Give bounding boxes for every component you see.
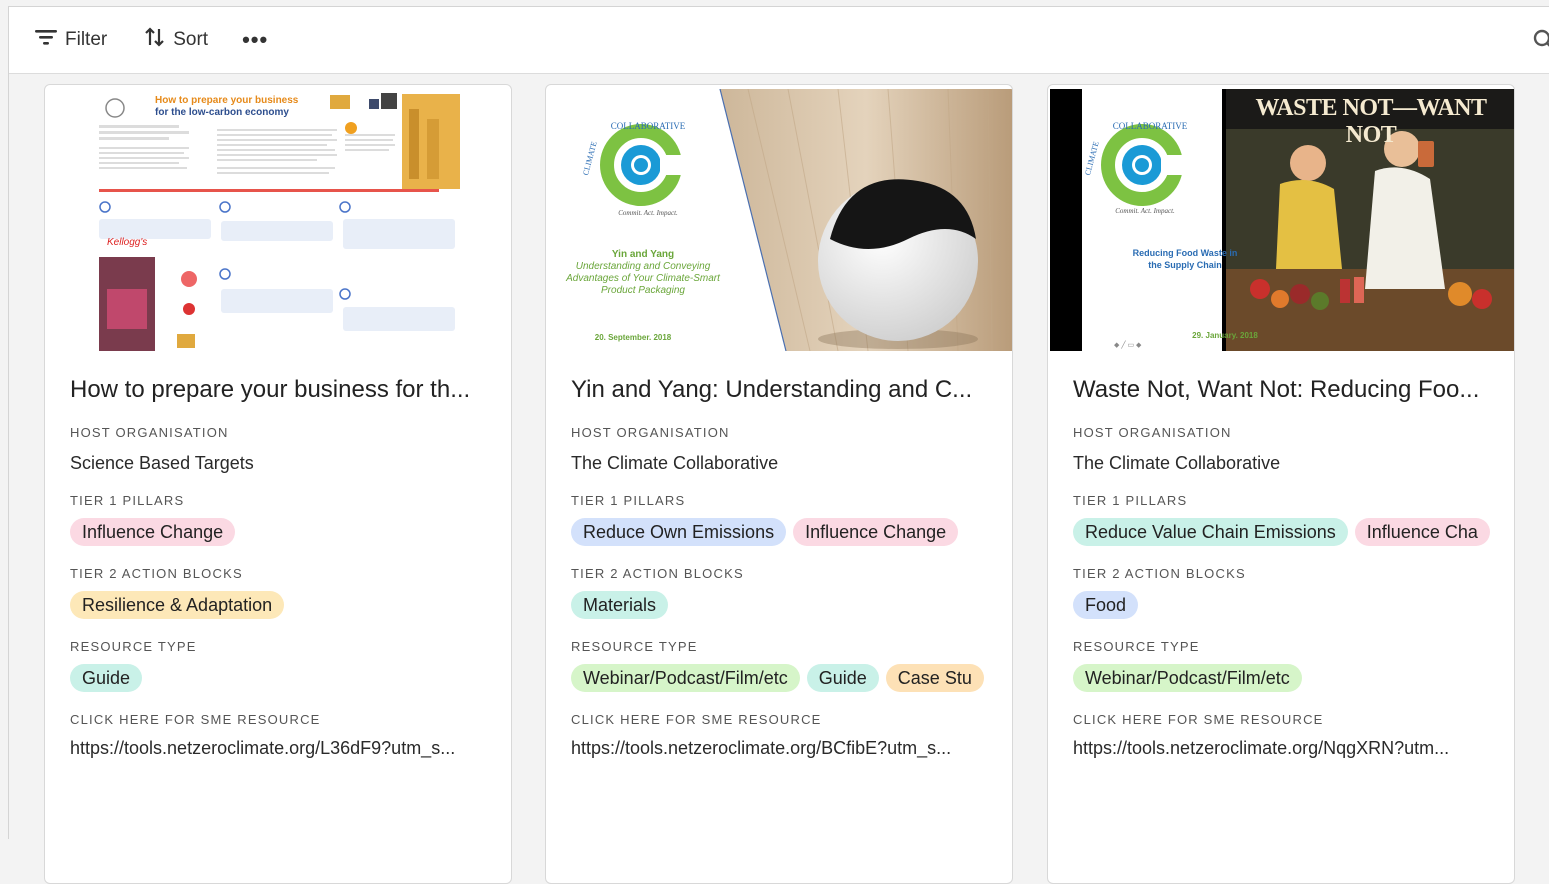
tag: Guide [806,664,879,692]
svg-text:Kellogg's: Kellogg's [107,237,147,248]
card-body: How to prepare your business for th... H… [70,361,489,759]
card-title[interactable]: Yin and Yang: Understanding and C... [571,373,990,407]
tag: Case Stu [885,664,984,692]
filter-label: Filter [65,29,108,50]
tier2-label: TIER 2 ACTION BLOCKS [70,566,243,581]
logo-top-text: COLLABORATIVE [1112,121,1188,131]
tag: Webinar/Podcast/Film/etc [1073,664,1302,692]
svg-text:◆ ╱ ▭ ◆: ◆ ╱ ▭ ◆ [1114,340,1142,349]
svg-text:for the low-carbon economy: for the low-carbon economy [155,107,289,118]
tier1-tags: Reduce Value Chain Emissions Influence C… [1073,518,1492,548]
tier1-label: TIER 1 PILLARS [571,493,686,508]
card-thumbnail: COLLABORATIVE CLIMATE Commit. Act. Impac… [548,89,1012,351]
card-thumbnail: Kellogg's How to prepare your business f… [47,89,511,351]
filter-icon [35,28,57,52]
filter-button[interactable]: Filter [35,28,107,52]
host-value: The Climate Collaborative [571,453,779,473]
tier2-tags: Food [1073,591,1492,621]
resource-type-label: RESOURCE TYPE [70,639,197,654]
resource-type-label: RESOURCE TYPE [1073,639,1200,654]
host-label: HOST ORGANISATION [70,425,229,440]
tag: Food [1073,591,1139,619]
tag: Reduce Value Chain Emissions [1073,518,1348,546]
card-thumbnail: ◆ ╱ ▭ ◆ WASTE NOT—WANT NOT COLLABORATIVE… [1050,89,1514,351]
slide-subtitle: Understanding and Conveying Advantages o… [566,261,720,296]
tier1-tags: Influence Change [70,518,489,548]
resource-link[interactable]: https://tools.netzeroclimate.org/L36dF9?… [70,738,489,759]
tag: Reduce Own Emissions [571,518,787,546]
resource-link[interactable]: https://tools.netzeroclimate.org/NqgXRN?… [1073,738,1492,759]
toolbar: Filter Sort ••• [9,7,1549,74]
logo-top-text: COLLABORATIVE [610,121,686,131]
link-label: CLICK HERE FOR SME RESOURCE [70,712,321,727]
tier2-label: TIER 2 ACTION BLOCKS [1073,566,1246,581]
slide-heading: Yin and Yang [611,249,675,260]
card-body: Yin and Yang: Understanding and C... HOS… [571,361,990,759]
host-label: HOST ORGANISATION [1073,425,1232,440]
resource-link[interactable]: https://tools.netzeroclimate.org/BCfibE?… [571,738,990,759]
tag: Materials [571,591,669,619]
tier1-label: TIER 1 PILLARS [70,493,185,508]
tag: Webinar/Podcast/Film/etc [571,664,800,692]
logo-tagline: Commit. Act. Impact. [618,209,678,217]
card-title[interactable]: How to prepare your business for th... [70,373,489,407]
link-label: CLICK HERE FOR SME RESOURCE [571,712,822,727]
resource-card[interactable]: ◆ ╱ ▭ ◆ WASTE NOT—WANT NOT COLLABORATIVE… [1047,84,1515,884]
tier2-tags: Resilience & Adaptation [70,591,489,621]
tier1-tags: Reduce Own Emissions Influence Change [571,518,990,548]
logo-tagline: Commit. Act. Impact. [1115,207,1175,215]
slide-date: 20. September. 2018 [594,333,672,342]
svg-text:How to prepare your business: How to prepare your business [155,95,299,106]
search-icon[interactable] [1533,29,1549,56]
resource-type-tags: Webinar/Podcast/Film/etc [1073,664,1492,694]
card-title[interactable]: Waste Not, Want Not: Reducing Foo... [1073,373,1492,407]
host-value: The Climate Collaborative [1073,453,1281,473]
tier2-label: TIER 2 ACTION BLOCKS [571,566,744,581]
tag: Influence Change [793,518,959,546]
card-body: Waste Not, Want Not: Reducing Foo... HOS… [1073,361,1492,759]
sort-icon [145,27,165,53]
tier2-tags: Materials [571,591,990,621]
sort-label: Sort [173,29,209,50]
tag: Influence Cha [1354,518,1490,546]
poster-title: WASTE NOT—WANT NOT [1255,95,1487,148]
more-options-button[interactable]: ••• [242,27,268,53]
host-label: HOST ORGANISATION [571,425,730,440]
resource-card[interactable]: Kellogg's How to prepare your business f… [44,84,512,884]
host-value: Science Based Targets [70,453,254,473]
tag: Guide [70,664,143,692]
tier1-label: TIER 1 PILLARS [1073,493,1188,508]
slide-date: 29. January. 2018 [1192,331,1258,340]
sort-button[interactable]: Sort [145,27,208,53]
tag: Resilience & Adaptation [70,591,285,619]
link-label: CLICK HERE FOR SME RESOURCE [1073,712,1324,727]
resource-type-label: RESOURCE TYPE [571,639,698,654]
slide-heading: Reducing Food Waste in the Supply Chain [1132,248,1238,270]
resource-type-tags: Webinar/Podcast/Film/etc Guide Case Stu [571,664,990,694]
resource-type-tags: Guide [70,664,489,694]
resource-card[interactable]: COLLABORATIVE CLIMATE Commit. Act. Impac… [545,84,1013,884]
tag: Influence Change [70,518,236,546]
